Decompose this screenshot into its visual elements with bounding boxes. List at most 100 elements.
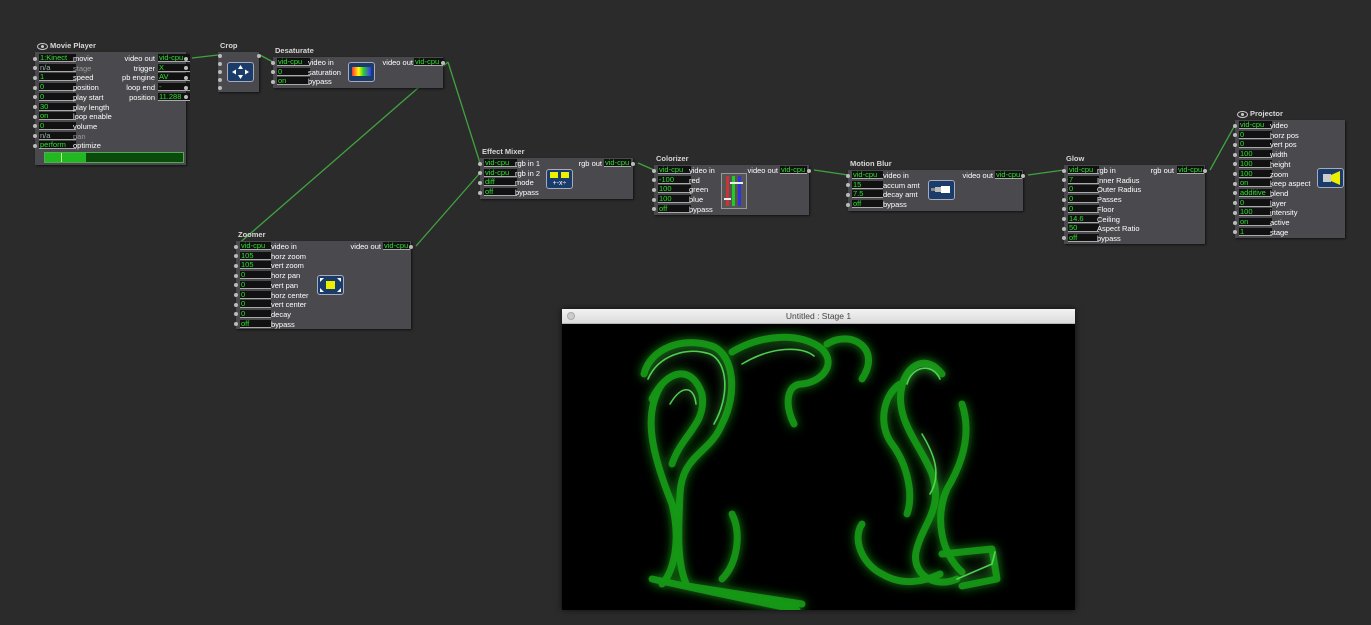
input-value-field[interactable]: on (39, 112, 76, 121)
input-port[interactable] (1233, 123, 1237, 128)
input-value-field[interactable]: 100 (1239, 208, 1272, 217)
input-value-field[interactable]: 100 (1239, 169, 1272, 178)
input-value-field[interactable]: 100 (658, 195, 691, 204)
glow-actor[interactable]: Glow vid-cpu rgb in 7 Inner Radius 0 Outer Ra… (1062, 154, 1207, 244)
input-port[interactable] (478, 180, 482, 185)
input-value-field[interactable]: diff (484, 178, 517, 187)
input-port[interactable] (652, 187, 656, 192)
input-port[interactable] (1062, 178, 1066, 183)
input-port[interactable] (478, 171, 482, 176)
input-port[interactable] (234, 322, 238, 327)
input-port[interactable] (478, 190, 482, 195)
input-value-field[interactable]: 105 (240, 261, 271, 270)
output-port[interactable] (409, 244, 413, 249)
input-port[interactable] (234, 293, 238, 297)
input-port[interactable] (218, 86, 222, 90)
effect-mixer-actor[interactable]: Effect Mixer vid-cpu rgb in 1 vid-cpu rgb i… (478, 147, 635, 199)
output-port[interactable] (1021, 173, 1025, 178)
input-port[interactable] (218, 78, 222, 82)
input-port[interactable] (1233, 210, 1237, 215)
input-port[interactable] (1233, 152, 1237, 157)
input-port[interactable] (1233, 172, 1237, 176)
output-port[interactable] (807, 168, 811, 173)
input-value-field[interactable]: 100 (1239, 150, 1272, 159)
input-port[interactable] (1233, 181, 1237, 186)
input-value-field[interactable]: 0 (240, 280, 271, 289)
input-port[interactable] (1062, 217, 1066, 221)
desaturate-actor[interactable]: Desaturate vid-cpu video in 0 saturation on b… (271, 46, 445, 88)
input-value-field[interactable]: 0 (1239, 140, 1272, 149)
output-port[interactable] (631, 161, 635, 166)
input-value-field[interactable]: 7 (1068, 175, 1099, 184)
input-value-field[interactable]: n/a (39, 131, 76, 140)
input-port[interactable] (234, 263, 238, 268)
input-value-field[interactable]: 0 (1068, 204, 1099, 213)
close-button[interactable] (567, 312, 575, 320)
input-port[interactable] (33, 114, 37, 119)
input-value-field[interactable]: 0 (240, 300, 271, 309)
input-port[interactable] (1062, 226, 1066, 231)
input-value-field[interactable]: on (1239, 218, 1272, 226)
input-port[interactable] (1062, 207, 1066, 212)
input-value-field[interactable]: 1 (1239, 227, 1272, 236)
input-port[interactable] (234, 312, 238, 317)
input-port[interactable] (1062, 187, 1066, 192)
input-value-field[interactable]: on (1239, 179, 1272, 188)
input-value-field[interactable]: 100 (1239, 159, 1272, 168)
eye-icon[interactable] (37, 42, 48, 50)
input-port[interactable] (1062, 197, 1066, 202)
input-value-field[interactable]: 100 (658, 185, 691, 194)
input-port[interactable] (1233, 142, 1237, 147)
input-value-field[interactable]: 0 (39, 121, 76, 130)
input-value-field[interactable]: additive (1239, 188, 1272, 197)
input-value-field[interactable]: 105 (240, 251, 271, 260)
input-port[interactable] (1233, 191, 1237, 196)
input-port[interactable] (33, 105, 37, 109)
zoomer-actor[interactable]: Zoomer vid-cpu video in 105 horz zoom 105 ver… (234, 230, 413, 329)
input-value-field[interactable]: 30 (39, 102, 76, 111)
output-port[interactable] (257, 54, 261, 58)
input-value-field[interactable]: off (852, 200, 883, 209)
input-value-field[interactable]: on (277, 77, 310, 86)
input-port[interactable] (234, 273, 238, 278)
input-value-field[interactable]: vid-cpu (484, 168, 517, 177)
output-port[interactable] (1203, 168, 1207, 173)
input-port[interactable] (33, 134, 37, 139)
input-port[interactable] (1233, 220, 1237, 225)
input-value-field[interactable]: 14.6 (1068, 214, 1099, 223)
output-port[interactable] (184, 85, 188, 90)
colorizer-actor[interactable]: Colorizer vid-cpu video in -100 red 100 green… (652, 154, 811, 215)
input-value-field[interactable]: 7.5 (852, 190, 883, 199)
input-port[interactable] (652, 207, 656, 212)
input-port[interactable] (652, 197, 656, 202)
input-port[interactable] (234, 302, 238, 307)
input-port[interactable] (846, 183, 850, 188)
input-port[interactable] (1233, 201, 1237, 206)
input-value-field[interactable]: 15 (852, 180, 883, 189)
input-port[interactable] (234, 254, 238, 259)
input-port[interactable] (271, 79, 275, 84)
movie-progress-bar[interactable] (44, 152, 184, 163)
motion-blur-actor[interactable]: Motion Blur vid-cpu video in 15 accum amt 7.… (846, 159, 1025, 211)
projector-actor[interactable]: Projector vid-cpu video 0 horz pos 0 vert pos… (1233, 109, 1345, 238)
input-value-field[interactable]: 0 (240, 290, 271, 299)
input-port[interactable] (218, 62, 222, 66)
input-value-field[interactable]: off (240, 319, 271, 328)
crop-actor[interactable]: Crop (218, 41, 261, 92)
output-port[interactable] (184, 56, 188, 61)
input-port[interactable] (33, 143, 37, 148)
movie-player-actor[interactable]: Movie Player 1:Kinect movie n/a stage 1 speed… (33, 41, 190, 165)
input-value-field[interactable]: vid-cpu (1239, 121, 1272, 129)
input-port[interactable] (218, 54, 222, 58)
input-value-field[interactable]: off (484, 188, 517, 197)
input-value-field[interactable]: off (1068, 233, 1099, 242)
input-port[interactable] (234, 283, 238, 288)
input-port[interactable] (846, 202, 850, 207)
input-port[interactable] (1233, 230, 1237, 235)
stage-window[interactable]: Untitled : Stage 1 (562, 309, 1075, 610)
input-port[interactable] (218, 70, 222, 74)
eye-icon[interactable] (1237, 110, 1248, 118)
output-port[interactable] (184, 75, 188, 80)
output-port[interactable] (441, 60, 445, 65)
stage-titlebar[interactable]: Untitled : Stage 1 (562, 309, 1075, 324)
